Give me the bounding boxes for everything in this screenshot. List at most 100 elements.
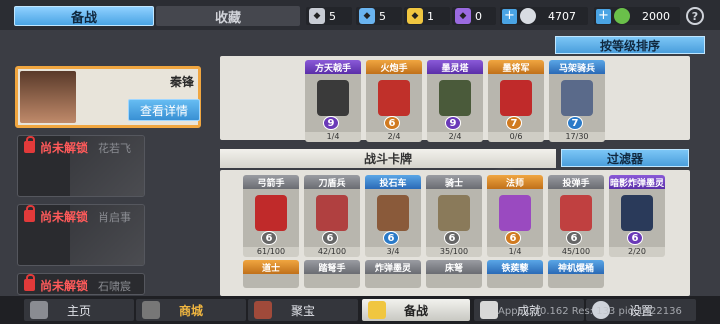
card-art bbox=[548, 274, 604, 288]
card-cost: 6 bbox=[261, 231, 277, 245]
unit-card[interactable]: 投石车 6 3/4 bbox=[365, 175, 421, 257]
add-gold-button[interactable]: + bbox=[596, 8, 611, 24]
unit-figure bbox=[378, 80, 410, 116]
card-count: 42/100 bbox=[304, 247, 360, 257]
card-name: 墨灵塔 bbox=[427, 60, 483, 74]
unit-figure bbox=[499, 195, 531, 231]
card-name: 马架骑兵 bbox=[549, 60, 605, 74]
hero-card-selected[interactable]: 秦锋 查看详情 bbox=[15, 66, 201, 128]
card-art: 9 bbox=[427, 74, 483, 132]
unit-card[interactable]: 踏弩手 bbox=[304, 260, 360, 288]
gold-shield-icon: ◆ bbox=[407, 8, 423, 24]
unit-figure bbox=[500, 80, 532, 116]
nav-battle-prep[interactable]: 备战 bbox=[362, 299, 470, 321]
card-count: 2/4 bbox=[366, 132, 422, 142]
card-count: 1/4 bbox=[487, 247, 543, 257]
gold-value: 2000 bbox=[642, 9, 670, 23]
shop-icon bbox=[142, 301, 160, 319]
nav-shop[interactable]: 商城 bbox=[136, 299, 246, 321]
card-cost: 7 bbox=[506, 116, 522, 130]
lock-icon bbox=[24, 274, 35, 291]
help-icon[interactable]: ? bbox=[686, 7, 704, 25]
card-name: 刀盾兵 bbox=[304, 175, 360, 189]
unit-card[interactable]: 神机爆桶 bbox=[548, 260, 604, 288]
resource-silver-shield: ◆ 5 bbox=[306, 7, 352, 25]
nav-label: 备战 bbox=[403, 303, 428, 318]
lock-label: 尚未解锁 bbox=[40, 141, 89, 155]
card-art: 7 bbox=[549, 74, 605, 132]
unit-figure bbox=[317, 80, 349, 116]
nav-label: 商城 bbox=[178, 303, 203, 318]
unit-card[interactable]: 炸弹墨灵 bbox=[365, 260, 421, 288]
silver-value: 4707 bbox=[548, 9, 576, 23]
card-cost: 6 bbox=[566, 231, 582, 245]
locked-hero-name: 肖启事 bbox=[98, 211, 131, 224]
lock-label: 尚未解锁 bbox=[40, 210, 89, 224]
unit-figure bbox=[560, 195, 592, 231]
battle-cards-title: 战斗卡牌 bbox=[220, 149, 556, 168]
unit-card[interactable]: 床弩 bbox=[426, 260, 482, 288]
unit-card[interactable]: 墨将军 7 0/6 bbox=[488, 60, 544, 142]
jade-coin-icon bbox=[614, 8, 630, 24]
resource-gold-shield: ◆ 1 bbox=[404, 7, 450, 25]
card-count: 17/30 bbox=[549, 132, 605, 142]
locked-hero-card[interactable]: 尚未解锁 花若飞 bbox=[17, 135, 145, 197]
card-count: 2/20 bbox=[609, 247, 665, 257]
lock-icon bbox=[24, 205, 35, 222]
locked-hero-name: 石啸宸 bbox=[98, 280, 131, 293]
card-art bbox=[426, 274, 482, 288]
achievement-icon bbox=[480, 301, 498, 319]
unit-figure bbox=[438, 195, 470, 231]
card-art: 7 bbox=[488, 74, 544, 132]
resource-blue-shield: ◆ 5 bbox=[356, 7, 402, 25]
tab-prep[interactable]: 备战 bbox=[14, 6, 154, 26]
card-count: 45/100 bbox=[548, 247, 604, 257]
card-cost: 6 bbox=[384, 116, 400, 130]
treasure-icon bbox=[254, 301, 272, 319]
gold-currency: + 2000 bbox=[594, 7, 680, 25]
unit-figure bbox=[255, 195, 287, 231]
sort-by-level-button[interactable]: 按等级排序 bbox=[555, 36, 705, 54]
card-art: 6 bbox=[548, 189, 604, 247]
card-cost: 6 bbox=[444, 231, 460, 245]
card-art: 6 bbox=[243, 189, 299, 247]
resource-value: 5 bbox=[329, 9, 336, 23]
nav-home[interactable]: 主页 bbox=[24, 299, 134, 321]
add-silver-button[interactable]: + bbox=[502, 8, 517, 24]
unit-figure bbox=[621, 195, 653, 231]
unit-card[interactable]: 火炮手 6 2/4 bbox=[366, 60, 422, 142]
card-count: 35/100 bbox=[426, 247, 482, 257]
unit-card[interactable]: 铁蒺藜 bbox=[487, 260, 543, 288]
unit-card[interactable]: 马架骑兵 7 17/30 bbox=[549, 60, 605, 142]
card-art: 9 bbox=[305, 74, 361, 132]
blue-shield-icon: ◆ bbox=[359, 8, 375, 24]
unit-card[interactable]: 道士 bbox=[243, 260, 299, 288]
view-details-button[interactable]: 查看详情 bbox=[128, 99, 200, 121]
locked-hero-card[interactable]: 尚未解锁 石啸宸 bbox=[17, 273, 145, 295]
resource-value: 5 bbox=[379, 9, 386, 23]
unit-card[interactable]: 骑士 6 35/100 bbox=[426, 175, 482, 257]
resource-value: 0 bbox=[475, 9, 482, 23]
card-art: 6 bbox=[365, 189, 421, 247]
purple-shield-icon: ◆ bbox=[455, 8, 471, 24]
unit-card[interactable]: 弓箭手 6 61/100 bbox=[243, 175, 299, 257]
filter-button[interactable]: 过滤器 bbox=[561, 149, 689, 167]
unit-card[interactable]: 法师 6 1/4 bbox=[487, 175, 543, 257]
card-name: 暗影炸弹墨灵 bbox=[609, 175, 665, 189]
card-art bbox=[365, 274, 421, 288]
unit-card[interactable]: 暗影炸弹墨灵 6 2/20 bbox=[609, 175, 665, 257]
tab-collection[interactable]: 收藏 bbox=[156, 6, 300, 26]
unit-card[interactable]: 墨灵塔 9 2/4 bbox=[427, 60, 483, 142]
unit-figure bbox=[561, 80, 593, 116]
silver-coin-icon bbox=[520, 8, 536, 24]
locked-hero-card[interactable]: 尚未解锁 肖启事 bbox=[17, 204, 145, 266]
nav-treasure[interactable]: 聚宝 bbox=[248, 299, 358, 321]
home-icon bbox=[30, 301, 48, 319]
card-name: 神机爆桶 bbox=[548, 260, 604, 274]
card-cost: 6 bbox=[322, 231, 338, 245]
card-cost: 6 bbox=[505, 231, 521, 245]
unit-card[interactable]: 投弹手 6 45/100 bbox=[548, 175, 604, 257]
card-cost: 9 bbox=[445, 116, 461, 130]
unit-card[interactable]: 刀盾兵 6 42/100 bbox=[304, 175, 360, 257]
unit-card[interactable]: 方天戟手 9 1/4 bbox=[305, 60, 361, 142]
